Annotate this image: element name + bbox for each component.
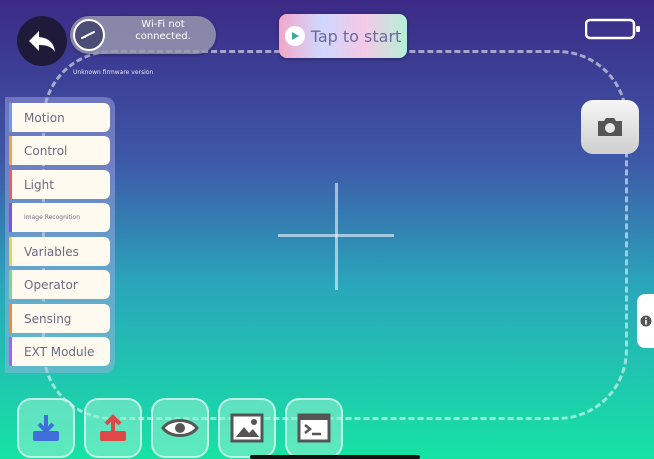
terminal-icon [297,413,331,443]
category-label: Image Recognition [24,214,81,221]
download-button[interactable] [17,398,75,458]
device-icon [73,19,105,51]
category-label: Variables [24,244,79,259]
category-label: Motion [24,110,65,125]
home-indicator [250,455,420,459]
back-arrow-icon [29,31,55,52]
camera-icon [598,118,622,136]
device-status-pill[interactable]: Wi-Fi not connected. [70,16,216,54]
upload-icon [100,414,126,441]
wifi-status-text: Wi-Fi not connected. [135,19,191,42]
category-label: Operator [24,277,78,292]
block-category-palette: Motion Control Light Image Recognition V… [5,97,115,373]
info-tab[interactable] [637,294,654,348]
category-motion[interactable]: Motion [9,103,110,132]
back-button[interactable] [17,16,67,66]
preview-button[interactable] [151,398,209,458]
download-icon [33,415,59,441]
category-control[interactable]: Control [9,136,110,165]
image-icon [230,413,264,443]
crosshair-horizontal [278,234,394,237]
app-screen: Wi-Fi not connected. Unknown firmware ve… [0,0,654,459]
play-icon [284,26,305,46]
battery-icon [585,18,640,40]
camera-button[interactable] [581,100,639,154]
eye-icon [161,419,199,437]
firmware-version-text: Unknown firmware version [73,69,154,76]
category-operator[interactable]: Operator [9,270,110,299]
category-label: Sensing [24,311,72,326]
category-light[interactable]: Light [9,170,110,199]
tap-to-start-button[interactable]: Tap to start [279,14,407,58]
category-variables[interactable]: Variables [9,237,110,266]
gallery-button[interactable] [218,398,276,458]
category-label: Control [24,143,68,158]
category-image-recognition[interactable]: Image Recognition [9,203,110,232]
upload-button[interactable] [84,398,142,458]
category-label: EXT Module [24,344,95,359]
category-label: Light [24,177,54,192]
info-icon [640,315,651,327]
console-button[interactable] [285,398,343,458]
tap-to-start-label: Tap to start [310,26,402,46]
category-sensing[interactable]: Sensing [9,304,110,333]
category-ext-module[interactable]: EXT Module [9,337,110,366]
